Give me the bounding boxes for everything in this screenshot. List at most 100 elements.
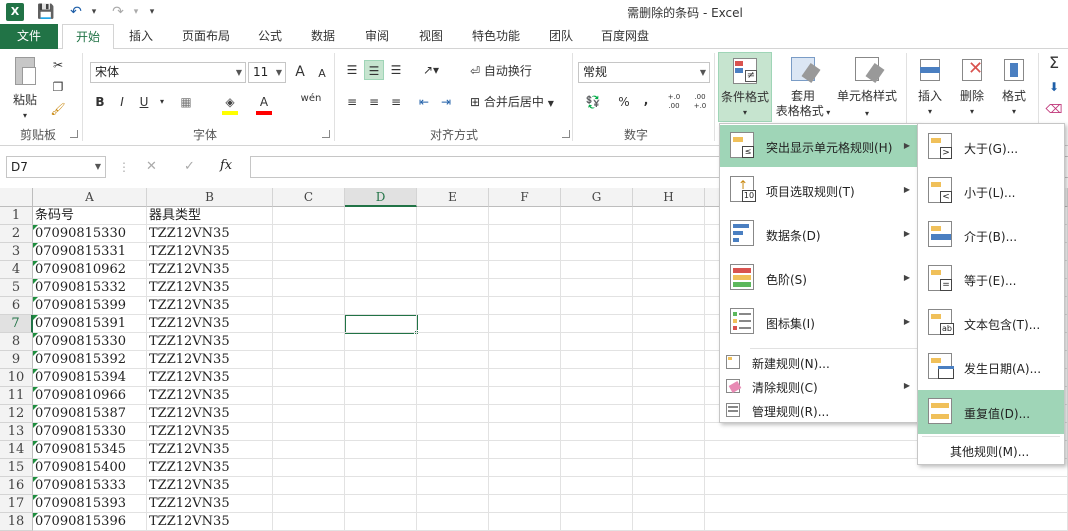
menu-item-clear-rules[interactable]: 清除规则(C) ▶: [720, 376, 918, 398]
cell[interactable]: [417, 315, 489, 333]
bold-button[interactable]: B: [90, 92, 110, 112]
cell[interactable]: [633, 495, 705, 513]
cell[interactable]: TZZ12VN35: [147, 243, 273, 261]
submenu-item-equal-to[interactable]: = 等于(E)...: [918, 257, 1064, 301]
cell[interactable]: [633, 441, 705, 459]
phonetic-guide-button[interactable]: wén: [298, 89, 324, 109]
cell[interactable]: [489, 225, 561, 243]
cell[interactable]: [489, 261, 561, 279]
tab-page-layout[interactable]: 页面布局: [174, 24, 238, 49]
tab-home[interactable]: 开始: [62, 24, 114, 50]
cell[interactable]: [273, 387, 345, 405]
menu-item-color-scales[interactable]: 色阶(S) ▶: [720, 257, 918, 299]
cell[interactable]: [345, 279, 417, 297]
cell[interactable]: [417, 477, 489, 495]
cell[interactable]: [489, 279, 561, 297]
cell[interactable]: [489, 369, 561, 387]
insert-function-icon[interactable]: fx: [220, 158, 232, 173]
cell[interactable]: TZZ12VN35: [147, 369, 273, 387]
column-header-a[interactable]: A: [33, 188, 147, 207]
cell[interactable]: 条码号: [33, 207, 147, 225]
cell[interactable]: [489, 423, 561, 441]
cell[interactable]: [273, 207, 345, 225]
format-cells-button[interactable]: 格式 ▾: [994, 55, 1034, 121]
row-header[interactable]: 7: [0, 315, 33, 333]
cell[interactable]: [273, 243, 345, 261]
cell[interactable]: [489, 513, 561, 531]
underline-dropdown-icon[interactable]: ▾: [152, 92, 172, 112]
cell[interactable]: [273, 279, 345, 297]
cell[interactable]: 07090815394: [33, 369, 147, 387]
tab-data[interactable]: 数据: [300, 24, 346, 49]
menu-item-highlight-cells-rules[interactable]: ≤ 突出显示单元格规则(H) ▶: [720, 125, 918, 167]
paste-button[interactable]: 粘贴 ▾: [6, 55, 44, 121]
cell[interactable]: TZZ12VN35: [147, 513, 273, 531]
cell[interactable]: 07090815400: [33, 459, 147, 477]
tab-baidu-netdisk[interactable]: 百度网盘: [592, 24, 658, 49]
cell[interactable]: [489, 441, 561, 459]
align-center-icon[interactable]: ≡: [364, 92, 384, 112]
redo-icon[interactable]: ↷: [108, 3, 128, 21]
menu-item-icon-sets[interactable]: 图标集(I) ▶: [720, 301, 918, 343]
cell[interactable]: [489, 315, 561, 333]
tab-view[interactable]: 视图: [408, 24, 454, 49]
cell[interactable]: [345, 495, 417, 513]
cell[interactable]: [489, 207, 561, 225]
cell[interactable]: [345, 423, 417, 441]
cell[interactable]: 07090815392: [33, 351, 147, 369]
cell[interactable]: 07090815330: [33, 225, 147, 243]
cell[interactable]: [345, 477, 417, 495]
cell[interactable]: TZZ12VN35: [147, 351, 273, 369]
cell[interactable]: [417, 333, 489, 351]
cell[interactable]: [633, 297, 705, 315]
cell[interactable]: TZZ12VN35: [147, 261, 273, 279]
borders-icon[interactable]: ▦: [176, 92, 196, 112]
align-right-icon[interactable]: ≡: [386, 92, 406, 112]
row-header[interactable]: 14: [0, 441, 33, 459]
grow-font-button[interactable]: A: [290, 62, 310, 82]
cell[interactable]: [633, 225, 705, 243]
enter-icon[interactable]: ✓: [184, 159, 195, 174]
save-icon[interactable]: 💾: [36, 3, 56, 21]
cell[interactable]: TZZ12VN35: [147, 297, 273, 315]
conditional-formatting-button[interactable]: ≠ 条件格式 ▾: [718, 52, 772, 122]
column-header-f[interactable]: F: [489, 188, 561, 207]
cell[interactable]: [633, 279, 705, 297]
cell[interactable]: [489, 387, 561, 405]
cell[interactable]: 07090810962: [33, 261, 147, 279]
tab-insert[interactable]: 插入: [118, 24, 164, 49]
cell[interactable]: [345, 243, 417, 261]
accounting-format-icon[interactable]: 💱: [580, 92, 606, 112]
menu-item-new-rule[interactable]: 新建规则(N)...: [720, 352, 918, 374]
cell[interactable]: [273, 333, 345, 351]
cell[interactable]: [417, 243, 489, 261]
merge-center-button[interactable]: ⊞ 合并后居中 ▼: [470, 92, 554, 112]
cell[interactable]: TZZ12VN35: [147, 315, 273, 333]
autosum-icon[interactable]: Σ: [1044, 53, 1064, 73]
cell[interactable]: [489, 459, 561, 477]
cell[interactable]: [489, 297, 561, 315]
cell[interactable]: [561, 297, 633, 315]
row-header[interactable]: 18: [0, 513, 33, 531]
cell[interactable]: TZZ12VN35: [147, 225, 273, 243]
cell[interactable]: [561, 225, 633, 243]
cell[interactable]: [273, 351, 345, 369]
cell[interactable]: [561, 423, 633, 441]
cell[interactable]: [561, 279, 633, 297]
cell[interactable]: 器具类型: [147, 207, 273, 225]
cell[interactable]: [417, 387, 489, 405]
row-header[interactable]: 4: [0, 261, 33, 279]
cell-styles-button[interactable]: 单元格样式 ▾: [834, 55, 900, 121]
cancel-icon[interactable]: ✕: [146, 159, 157, 174]
cell[interactable]: 07090815330: [33, 423, 147, 441]
format-painter-icon[interactable]: 🖌: [48, 99, 68, 119]
row-header[interactable]: 16: [0, 477, 33, 495]
cell[interactable]: [273, 459, 345, 477]
cell[interactable]: [273, 513, 345, 531]
italic-button[interactable]: I: [112, 92, 132, 112]
cell[interactable]: TZZ12VN35: [147, 279, 273, 297]
cell[interactable]: [273, 477, 345, 495]
cell[interactable]: [633, 315, 705, 333]
cell[interactable]: [561, 513, 633, 531]
cell[interactable]: [345, 387, 417, 405]
